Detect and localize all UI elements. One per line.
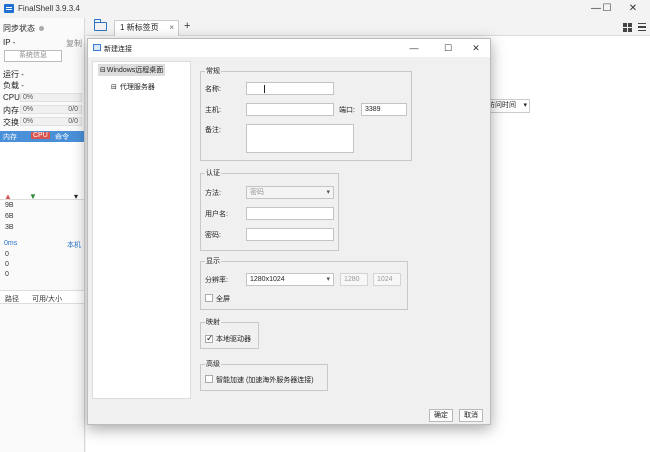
mapping-group: 映射 本地驱动器 <box>200 317 259 349</box>
process-tabs: 内存 CPU 命令 <box>0 131 84 142</box>
app-logo-icon <box>4 4 14 13</box>
left-monitor-panel: 同步状态 IP - 复制 系统信息 运行 - 负载 - CPU 0% 内存 0%… <box>0 18 85 452</box>
grid-view-icon[interactable] <box>623 23 632 32</box>
ping-label: 0ms <box>4 240 18 247</box>
general-group: 常规 名称: 主机: 端口: 3389 备注: <box>200 66 412 161</box>
name-label: 名称: <box>205 86 221 93</box>
app-title: FinalShell 3.9.3.4 <box>18 4 80 13</box>
disk-table-header: 路径 可用/大小 <box>0 290 84 304</box>
tree-item-proxy[interactable]: ⊟ 代理服务器 <box>111 82 155 92</box>
advanced-group: 高级 智能加速 (加速海外服务器连接) <box>200 359 328 391</box>
app-titlebar: FinalShell 3.9.3.4 — ☐ ✕ <box>0 0 650 18</box>
ping-host[interactable]: 本机 <box>67 240 81 250</box>
note-label: 备注: <box>205 127 221 134</box>
sync-status: 同步状态 <box>3 23 44 34</box>
net-scale-3: 3B <box>5 224 14 231</box>
running-label: 运行 - <box>3 70 24 79</box>
username-label: 用户名: <box>205 211 228 218</box>
load-label: 负载 - <box>3 81 24 90</box>
auth-method-select[interactable]: 密码 <box>246 186 334 199</box>
folder-icon[interactable] <box>94 19 107 31</box>
resolution-label: 分辨率: <box>205 277 228 284</box>
menu-icon[interactable] <box>638 23 646 31</box>
new-connection-dialog: 新建连接 — ☐ ✕ ⊟Windows远程桌面 ⊟ 代理服务器 常规 名称: 主机… <box>87 38 491 425</box>
cpu-label: CPU <box>3 93 20 102</box>
port-label: 端口: <box>339 107 355 114</box>
fullscreen-label: 全屏 <box>216 296 230 303</box>
cpu-bar: 0% <box>20 93 82 102</box>
host-input[interactable] <box>246 103 334 116</box>
tree-node-icon: ⊟ <box>111 84 117 91</box>
swap-bar: 0% 0/0 <box>20 117 82 126</box>
password-input[interactable] <box>246 228 334 241</box>
dialog-titlebar: 新建连接 — ☐ ✕ <box>88 39 490 57</box>
name-input[interactable] <box>246 82 334 95</box>
password-label: 密码: <box>205 232 221 239</box>
add-tab-button[interactable]: + <box>184 20 190 32</box>
username-input[interactable] <box>246 207 334 220</box>
net-scale-1: 9B <box>5 202 14 209</box>
download-arrow-icon: ▼ <box>29 192 37 201</box>
memory-bar: 0% 0/0 <box>20 105 82 114</box>
memory-label: 内存 <box>3 106 19 115</box>
close-button[interactable]: ✕ <box>622 2 644 16</box>
resolution-select[interactable]: 1280x1024 <box>246 273 334 286</box>
ping-value-1: 0 <box>5 251 9 258</box>
auth-group-title: 认证 <box>205 168 221 178</box>
ip-label: IP - <box>3 38 16 47</box>
general-group-title: 常规 <box>205 66 221 76</box>
tab-cpu[interactable]: CPU <box>31 132 50 139</box>
text-cursor <box>264 85 265 93</box>
host-label: 主机: <box>205 107 221 114</box>
tab-command[interactable]: 命令 <box>55 132 69 142</box>
advanced-group-title: 高级 <box>205 359 221 369</box>
tree-expander-icon[interactable]: ⊟ <box>100 67 106 74</box>
mapping-group-title: 映射 <box>205 317 221 327</box>
column-usage[interactable]: 可用/大小 <box>32 294 62 304</box>
process-table <box>0 142 84 200</box>
net-scale-2: 6B <box>5 213 14 220</box>
display-group-title: 显示 <box>205 256 221 266</box>
dialog-title: 新建连接 <box>104 46 132 53</box>
connection-type-tree: ⊟Windows远程桌面 ⊟ 代理服务器 <box>92 61 191 399</box>
tab-close-icon[interactable]: × <box>169 21 174 35</box>
sysinfo-button[interactable]: 系统信息 <box>4 50 62 62</box>
width-input[interactable]: 1280 <box>340 273 368 286</box>
display-group: 显示 分辨率: 1280x1024 1280 1024 全屏 <box>200 256 408 310</box>
tree-item-windows-rdp[interactable]: ⊟Windows远程桌面 <box>98 64 166 76</box>
port-input[interactable]: 3389 <box>361 103 407 116</box>
local-drive-checkbox[interactable] <box>205 333 214 344</box>
smart-accel-label: 智能加速 (加速海外服务器连接) <box>216 377 314 384</box>
status-dot-icon <box>39 26 44 32</box>
copy-button[interactable]: 复制 <box>66 38 82 49</box>
local-drive-label: 本地驱动器 <box>216 336 251 343</box>
smart-accel-checkbox[interactable] <box>205 375 213 383</box>
ok-button[interactable]: 确定 <box>429 409 453 422</box>
dialog-window-icon <box>93 44 101 51</box>
tab-memory[interactable]: 内存 <box>3 132 17 142</box>
swap-label: 交换 <box>3 118 19 127</box>
height-input[interactable]: 1024 <box>373 273 401 286</box>
method-label: 方法: <box>205 190 221 197</box>
upload-arrow-icon: ▲ <box>4 192 12 201</box>
dialog-maximize-button[interactable]: ☐ <box>439 41 457 55</box>
dialog-minimize-button[interactable]: — <box>405 41 423 55</box>
cancel-button[interactable]: 取消 <box>459 409 483 422</box>
tab-new-tab[interactable]: 1 新标签页 × <box>114 20 179 36</box>
ping-value-2: 0 <box>5 261 9 268</box>
main-tabbar: 1 新标签页 × + <box>86 18 650 36</box>
fullscreen-checkbox[interactable] <box>205 294 213 302</box>
note-textarea[interactable] <box>246 124 354 153</box>
ping-value-3: 0 <box>5 271 9 278</box>
maximize-button[interactable]: ☐ <box>596 2 618 16</box>
auth-group: 认证 方法: 密码 用户名: 密码: <box>200 168 339 251</box>
dialog-close-button[interactable]: ✕ <box>467 41 485 55</box>
network-select-icon[interactable]: ▾ <box>74 192 78 201</box>
column-path[interactable]: 路径 <box>5 294 19 304</box>
